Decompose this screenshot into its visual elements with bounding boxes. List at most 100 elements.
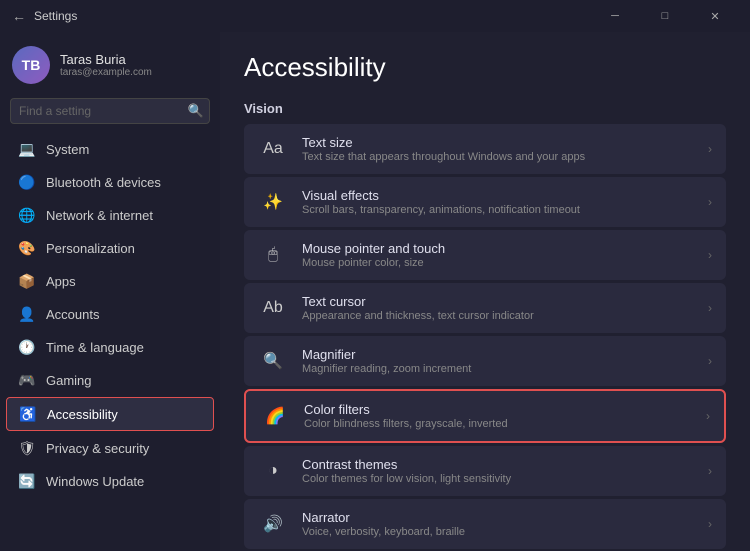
bluetooth-icon: 🔵 xyxy=(18,173,36,191)
accessibility-icon: ♿ xyxy=(19,405,37,423)
minimize-button[interactable]: ─ xyxy=(592,0,638,32)
sidebar-item-label-privacy: Privacy & security xyxy=(46,441,202,456)
settings-item-contrast-themes[interactable]: ◑ Contrast themes Color themes for low v… xyxy=(244,446,726,496)
settings-item-color-filters[interactable]: 🌈 Color filters Color blindness filters,… xyxy=(244,389,726,443)
item-desc-color-filters: Color blindness filters, grayscale, inve… xyxy=(304,418,692,430)
contrast-themes-icon: ◑ xyxy=(258,456,288,486)
sidebar-item-accounts[interactable]: 👤 Accounts xyxy=(6,298,214,330)
search-input[interactable] xyxy=(10,98,210,124)
search-icon: 🔍 xyxy=(188,103,204,119)
chevron-icon: › xyxy=(708,464,712,478)
item-title-visual-effects: Visual effects xyxy=(302,188,694,203)
item-text-mouse-pointer: Mouse pointer and touch Mouse pointer co… xyxy=(302,241,694,269)
text-cursor-icon: Ab xyxy=(258,293,288,323)
title-bar-left: ← Settings xyxy=(12,8,77,24)
windows-update-icon: 🔄 xyxy=(18,472,36,490)
settings-item-visual-effects[interactable]: ✨ Visual effects Scroll bars, transparen… xyxy=(244,177,726,227)
sidebar-item-windows-update[interactable]: 🔄 Windows Update xyxy=(6,465,214,497)
chevron-icon: › xyxy=(708,301,712,315)
item-text-visual-effects: Visual effects Scroll bars, transparency… xyxy=(302,188,694,216)
page-title: Accessibility xyxy=(244,52,726,83)
section-header: Vision xyxy=(244,101,726,116)
window-controls: ─ □ ✕ xyxy=(592,0,738,32)
user-email: taras@example.com xyxy=(60,67,152,78)
text-size-icon: Aa xyxy=(258,134,288,164)
item-title-narrator: Narrator xyxy=(302,510,694,525)
sidebar-item-label-accounts: Accounts xyxy=(46,307,202,322)
sidebar-item-label-personalization: Personalization xyxy=(46,241,202,256)
sidebar-item-privacy[interactable]: 🛡 Privacy & security xyxy=(6,432,214,464)
narrator-icon: 🔊 xyxy=(258,509,288,539)
item-text-narrator: Narrator Voice, verbosity, keyboard, bra… xyxy=(302,510,694,538)
item-text-text-cursor: Text cursor Appearance and thickness, te… xyxy=(302,294,694,322)
sidebar-item-gaming[interactable]: 🎮 Gaming xyxy=(6,364,214,396)
sidebar-item-label-network: Network & internet xyxy=(46,208,202,223)
item-desc-mouse-pointer: Mouse pointer color, size xyxy=(302,257,694,269)
nav-list: 💻 System 🔵 Bluetooth & devices 🌐 Network… xyxy=(0,132,220,498)
system-icon: 💻 xyxy=(18,140,36,158)
gaming-icon: 🎮 xyxy=(18,371,36,389)
window-title: Settings xyxy=(34,9,77,23)
item-title-mouse-pointer: Mouse pointer and touch xyxy=(302,241,694,256)
chevron-icon: › xyxy=(708,142,712,156)
sidebar-item-label-accessibility: Accessibility xyxy=(47,407,201,422)
sidebar-item-system[interactable]: 💻 System xyxy=(6,133,214,165)
sidebar-item-bluetooth[interactable]: 🔵 Bluetooth & devices xyxy=(6,166,214,198)
color-filters-icon: 🌈 xyxy=(260,401,290,431)
mouse-pointer-icon: 🖱 xyxy=(258,240,288,270)
item-text-color-filters: Color filters Color blindness filters, g… xyxy=(304,402,692,430)
user-info: Taras Buria taras@example.com xyxy=(60,52,152,78)
personalization-icon: 🎨 xyxy=(18,239,36,257)
item-title-magnifier: Magnifier xyxy=(302,347,694,362)
user-name: Taras Buria xyxy=(60,52,152,67)
item-desc-narrator: Voice, verbosity, keyboard, braille xyxy=(302,526,694,538)
settings-item-text-cursor[interactable]: Ab Text cursor Appearance and thickness,… xyxy=(244,283,726,333)
user-profile[interactable]: TB Taras Buria taras@example.com xyxy=(0,32,220,94)
sidebar-item-network[interactable]: 🌐 Network & internet xyxy=(6,199,214,231)
chevron-icon: › xyxy=(706,409,710,423)
sidebar-item-accessibility[interactable]: ♿ Accessibility xyxy=(6,397,214,431)
privacy-icon: 🛡 xyxy=(18,439,36,457)
chevron-icon: › xyxy=(708,248,712,262)
avatar: TB xyxy=(12,46,50,84)
back-button[interactable]: ← xyxy=(12,8,26,24)
sidebar-item-label-system: System xyxy=(46,142,202,157)
item-desc-magnifier: Magnifier reading, zoom increment xyxy=(302,363,694,375)
item-desc-visual-effects: Scroll bars, transparency, animations, n… xyxy=(302,204,694,216)
content-area: Accessibility Vision Aa Text size Text s… xyxy=(220,32,750,551)
settings-item-text-size[interactable]: Aa Text size Text size that appears thro… xyxy=(244,124,726,174)
sidebar-item-apps[interactable]: 📦 Apps xyxy=(6,265,214,297)
sidebar-item-label-bluetooth: Bluetooth & devices xyxy=(46,175,202,190)
sidebar-item-label-windows-update: Windows Update xyxy=(46,474,202,489)
sections-container: Vision Aa Text size Text size that appea… xyxy=(244,101,726,551)
item-text-contrast-themes: Contrast themes Color themes for low vis… xyxy=(302,457,694,485)
item-title-color-filters: Color filters xyxy=(304,402,692,417)
sidebar: TB Taras Buria taras@example.com 🔍 💻 Sys… xyxy=(0,32,220,551)
settings-item-magnifier[interactable]: 🔍 Magnifier Magnifier reading, zoom incr… xyxy=(244,336,726,386)
settings-list: Aa Text size Text size that appears thro… xyxy=(244,124,726,549)
item-desc-text-size: Text size that appears throughout Window… xyxy=(302,151,694,163)
accounts-icon: 👤 xyxy=(18,305,36,323)
sidebar-item-label-gaming: Gaming xyxy=(46,373,202,388)
network-icon: 🌐 xyxy=(18,206,36,224)
sidebar-item-time[interactable]: 🕐 Time & language xyxy=(6,331,214,363)
title-bar: ← Settings ─ □ ✕ xyxy=(0,0,750,32)
close-button[interactable]: ✕ xyxy=(692,0,738,32)
item-title-text-size: Text size xyxy=(302,135,694,150)
section-vision: Vision Aa Text size Text size that appea… xyxy=(244,101,726,549)
chevron-icon: › xyxy=(708,195,712,209)
settings-item-narrator[interactable]: 🔊 Narrator Voice, verbosity, keyboard, b… xyxy=(244,499,726,549)
settings-item-mouse-pointer[interactable]: 🖱 Mouse pointer and touch Mouse pointer … xyxy=(244,230,726,280)
sidebar-item-personalization[interactable]: 🎨 Personalization xyxy=(6,232,214,264)
maximize-button[interactable]: □ xyxy=(642,0,688,32)
search-box: 🔍 xyxy=(10,98,210,124)
chevron-icon: › xyxy=(708,517,712,531)
app-body: TB Taras Buria taras@example.com 🔍 💻 Sys… xyxy=(0,32,750,551)
sidebar-item-label-apps: Apps xyxy=(46,274,202,289)
sidebar-item-label-time: Time & language xyxy=(46,340,202,355)
visual-effects-icon: ✨ xyxy=(258,187,288,217)
item-desc-text-cursor: Appearance and thickness, text cursor in… xyxy=(302,310,694,322)
item-title-text-cursor: Text cursor xyxy=(302,294,694,309)
time-icon: 🕐 xyxy=(18,338,36,356)
apps-icon: 📦 xyxy=(18,272,36,290)
